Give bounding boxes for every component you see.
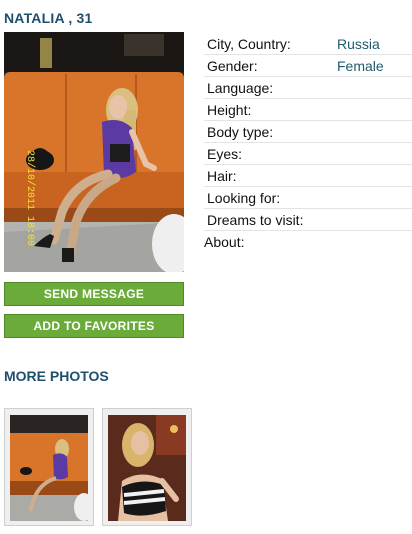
detail-row-eyes: Eyes: — [204, 143, 412, 165]
detail-label: Eyes: — [207, 146, 243, 162]
detail-value: Russia — [337, 36, 380, 52]
detail-label: Dreams to visit: — [207, 212, 304, 228]
main-profile-photo[interactable]: 28/10/2011 18:00 — [4, 32, 184, 272]
detail-label: Gender: — [207, 58, 258, 74]
detail-value: Female — [337, 58, 384, 74]
thumbnail-1-image — [10, 415, 88, 521]
detail-label: City, Country: — [207, 36, 291, 52]
more-photo-thumbnail-2[interactable] — [102, 408, 192, 526]
detail-label: Hair: — [207, 168, 237, 184]
photo-date-stamp: 28/10/2011 18:00 — [24, 150, 36, 246]
profile-name-heading: NATALIA , 31 — [4, 10, 93, 26]
add-to-favorites-button[interactable]: ADD TO FAVORITES — [4, 314, 184, 338]
detail-row-hair: Hair: — [204, 165, 412, 187]
about-label: About: — [204, 234, 245, 250]
detail-row-language: Language: — [204, 77, 412, 99]
detail-row-dreams: Dreams to visit: — [204, 209, 412, 231]
detail-row-city: City, Country: Russia — [204, 33, 412, 55]
profile-details-list: City, Country: Russia Gender: Female Lan… — [204, 33, 412, 253]
thumbnail-2-image — [108, 415, 186, 521]
more-photos-heading: MORE PHOTOS — [4, 368, 109, 384]
more-photo-thumbnail-1[interactable] — [4, 408, 94, 526]
detail-label: Looking for: — [207, 190, 281, 206]
detail-row-looking-for: Looking for: — [204, 187, 412, 209]
detail-label: Body type: — [207, 124, 274, 140]
send-message-button[interactable]: SEND MESSAGE — [4, 282, 184, 306]
detail-row-gender: Gender: Female — [204, 55, 412, 77]
detail-row-body-type: Body type: — [204, 121, 412, 143]
detail-row-height: Height: — [204, 99, 412, 121]
main-photo-image: 28/10/2011 18:00 — [4, 32, 184, 272]
detail-label: Language: — [207, 80, 274, 96]
detail-label: Height: — [207, 102, 252, 118]
